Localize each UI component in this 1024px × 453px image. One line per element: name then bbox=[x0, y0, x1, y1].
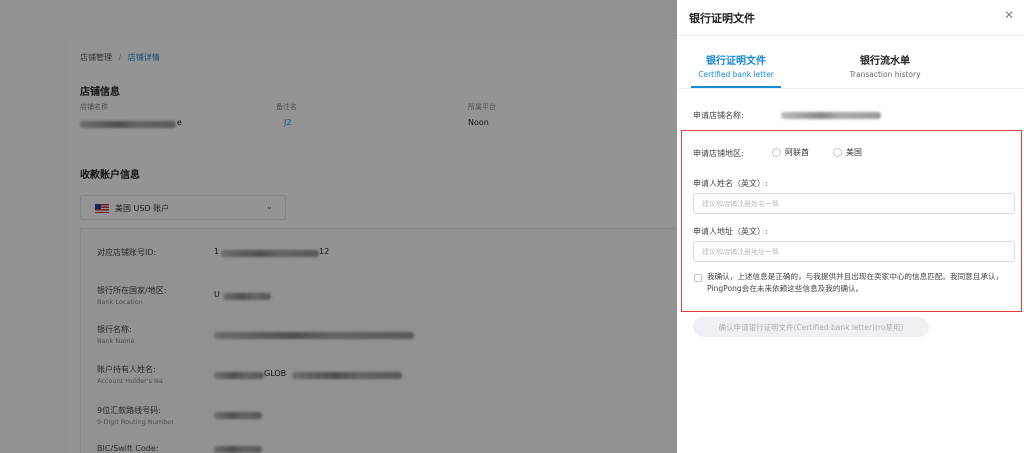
tab-sublabel: Certified bank letter bbox=[698, 70, 774, 79]
applicant-name-label: 申请人姓名（英文）: bbox=[693, 179, 768, 188]
tab-label: 银行证明文件 bbox=[706, 56, 766, 67]
drawer-title: 银行证明文件 bbox=[689, 12, 755, 25]
applicant-address-label: 申请人地址（英文）: bbox=[693, 227, 768, 236]
tab-label: 银行流水单 bbox=[860, 56, 910, 67]
applicant-address-input[interactable] bbox=[693, 241, 1015, 262]
tab-transaction-history[interactable]: 银行流水单 Transaction history bbox=[837, 52, 933, 79]
store-name-field-redacted bbox=[781, 112, 881, 119]
tab-sublabel: Transaction history bbox=[849, 70, 921, 79]
close-icon[interactable]: ✕ bbox=[1004, 8, 1014, 22]
confirm-statement: 我确认，上述信息是正确的，与我提供并且出现在卖家中心的信息匹配。我同意且承认，P… bbox=[707, 272, 1004, 293]
bank-letter-drawer: 银行证明文件 ✕ 银行证明文件 Certified bank letter 银行… bbox=[677, 0, 1024, 453]
applicant-name-input[interactable] bbox=[693, 193, 1015, 214]
region-radio-uae[interactable] bbox=[772, 148, 781, 157]
tab-bar-divider bbox=[677, 88, 1024, 89]
submit-bank-letter-button[interactable]: 确认申请银行证明文件(Certified bank letter)(ro禁用) bbox=[693, 317, 929, 337]
region-radio-us[interactable] bbox=[833, 148, 842, 157]
region-option-uae-label[interactable]: 阿联酋 bbox=[785, 147, 809, 158]
modal-overlay[interactable] bbox=[0, 0, 677, 453]
store-name-field-label: 申请店铺名称: bbox=[693, 111, 744, 120]
region-option-us-label[interactable]: 美国 bbox=[846, 147, 862, 158]
confirm-checkbox[interactable] bbox=[694, 274, 702, 282]
tab-certified-bank-letter[interactable]: 银行证明文件 Certified bank letter bbox=[691, 52, 781, 79]
region-field-label: 申请店铺地区: bbox=[693, 149, 744, 158]
drawer-header-divider bbox=[677, 35, 1024, 36]
